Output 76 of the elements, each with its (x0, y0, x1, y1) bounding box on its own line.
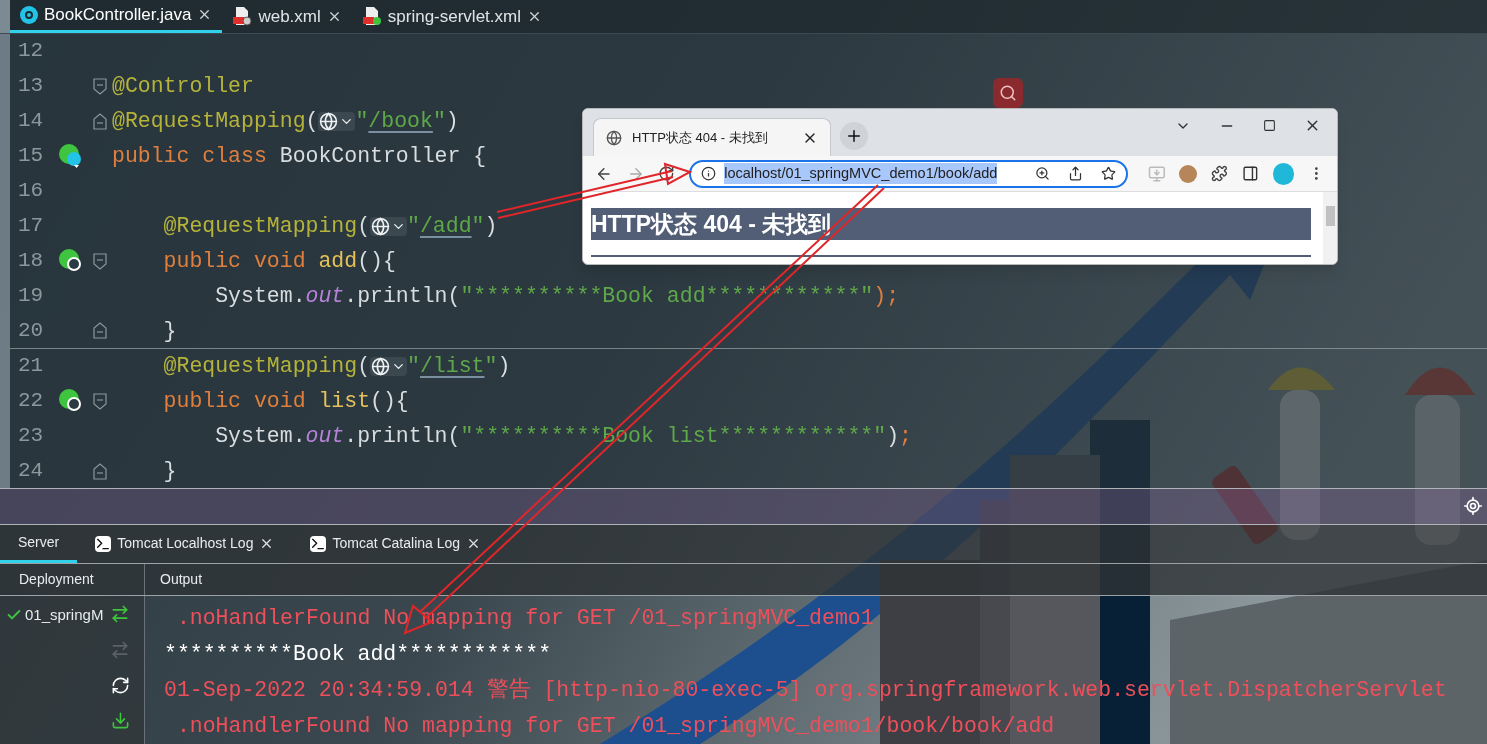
reload-icon[interactable] (658, 165, 676, 182)
url-globe-icon[interactable] (370, 216, 408, 236)
deploy-icon[interactable] (110, 711, 130, 730)
line-number: 19 (18, 283, 45, 310)
tab-label: Tomcat Catalina Log (332, 534, 461, 554)
class-file-icon (20, 5, 38, 24)
code-line: public class BookController { (112, 143, 487, 171)
deployment-item[interactable]: 01_springM (0, 604, 110, 627)
line-number: 21 (18, 353, 45, 380)
refresh-icon[interactable] (110, 676, 130, 695)
crosshair-icon[interactable] (1463, 496, 1483, 517)
code-line: @RequestMapping( "/add") (162, 213, 498, 241)
spring-class-icon[interactable] (58, 143, 84, 170)
browser-tab[interactable]: HTTP状态 404 - 未找到 (593, 118, 831, 156)
line-number: 24 (18, 458, 45, 485)
column-header: Deployment (19, 570, 94, 590)
console-icon (95, 535, 112, 552)
line-number: 12 (18, 38, 45, 65)
line-number: 14 (18, 108, 45, 135)
tab-label: web.xml (258, 5, 321, 28)
fold-marker-icon[interactable] (92, 251, 108, 271)
code-line: public void add(){ (162, 248, 396, 276)
plus-icon (845, 127, 863, 145)
editor-tab[interactable]: spring-servlet.xml (351, 0, 552, 33)
redeploy-icon[interactable] (110, 604, 130, 624)
zoom-icon[interactable] (1034, 166, 1050, 181)
extensions-icon[interactable] (1211, 165, 1228, 182)
console-icon (310, 535, 327, 552)
code-line: @RequestMapping( "/list") (162, 353, 511, 381)
search-icon[interactable] (993, 78, 1023, 108)
url-globe-icon[interactable] (370, 356, 408, 376)
extension-icon[interactable] (1179, 164, 1198, 183)
xml-file-icon (361, 6, 382, 27)
line-number: 23 (18, 423, 45, 450)
new-tab-button[interactable] (840, 122, 868, 150)
code-line: public void list(){ (162, 388, 409, 416)
code-line: } (162, 317, 177, 345)
panel-tab[interactable]: Tomcat Catalina Log (292, 524, 500, 564)
line-number: 15 (18, 143, 45, 170)
globe-icon (606, 129, 622, 146)
log-line: .noHandlerFound No mapping for GET /01_springMVC_demo1/book/book/add (175, 712, 1055, 740)
code-line: @Controller (112, 73, 254, 101)
url-text: localhost/01_springMVC_demo1/book/add (724, 162, 998, 185)
star-icon[interactable] (1100, 166, 1116, 181)
code-line: @RequestMapping( "/book") (112, 108, 459, 136)
line-number: 16 (18, 178, 45, 205)
deployment-label: 01_springM (25, 605, 104, 625)
tab-title: HTTP状态 404 - 未找到 (632, 128, 769, 147)
url-globe-icon[interactable] (318, 111, 356, 131)
line-number: 22 (18, 388, 45, 415)
fold-marker-icon[interactable] (92, 391, 108, 411)
line-number: 20 (18, 317, 45, 344)
line-number: 13 (18, 73, 45, 100)
line-number: 17 (18, 213, 45, 240)
line-number: 18 (18, 248, 45, 275)
panel-tab[interactable]: Tomcat Localhost Log (77, 524, 293, 564)
fold-marker-icon[interactable] (92, 76, 108, 96)
share-icon[interactable] (1067, 166, 1083, 181)
code-line: } (162, 458, 177, 486)
fold-marker-icon[interactable] (92, 461, 108, 481)
fold-marker-icon[interactable] (92, 321, 108, 341)
column-header: Output (160, 570, 203, 590)
tab-label: Tomcat Localhost Log (117, 534, 254, 554)
tab-label: spring-servlet.xml (387, 5, 521, 28)
xml-file-icon (232, 6, 253, 27)
fold-marker-icon[interactable] (92, 111, 108, 131)
log-line: **********Book add************ (164, 640, 552, 668)
tab-label: Server (18, 532, 60, 552)
side-panel-icon[interactable] (1241, 165, 1259, 182)
info-icon[interactable] (701, 166, 717, 181)
scrollbar[interactable] (1323, 192, 1337, 264)
address-bar[interactable]: localhost/01_springMVC_demo1/book/add (689, 159, 1128, 188)
error-heading: HTTP状态 404 - 未找到 (591, 208, 1311, 240)
tab-label: BookController.java (44, 4, 192, 27)
editor-tab[interactable]: web.xml (222, 0, 352, 33)
maximize-icon[interactable] (1263, 119, 1276, 132)
